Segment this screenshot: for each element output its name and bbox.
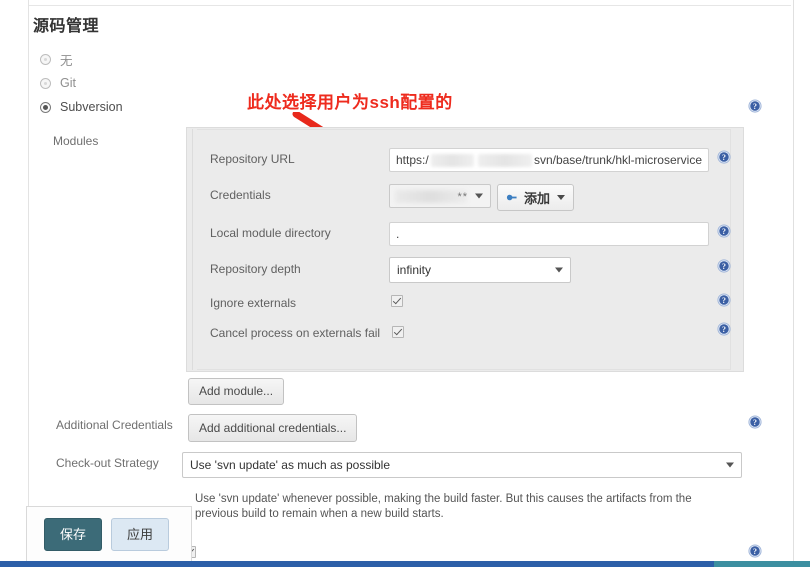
help-icon-additional-credentials[interactable]: ? (748, 415, 762, 429)
scm-option-subversion[interactable]: Subversion (40, 98, 123, 116)
bottom-status-bar-accent (714, 561, 810, 567)
action-bar: 保存 应用 (26, 506, 192, 561)
chevron-down-icon-checkout-strategy[interactable] (726, 462, 734, 468)
scm-option-git[interactable]: Git (40, 74, 76, 92)
label-credentials: Credentials (210, 188, 271, 202)
repository-url-input[interactable]: https:/ svn/base/trunk/hkl-microservice (389, 148, 709, 172)
help-icon-local-module-directory[interactable]: ? (717, 224, 731, 238)
ignore-externals-checkbox[interactable] (391, 295, 403, 307)
svg-text:?: ? (722, 262, 726, 271)
label-cancel-process-externals: Cancel process on externals fail (210, 326, 381, 340)
label-checkout-strategy: Check-out Strategy (56, 456, 159, 470)
svg-text:?: ? (753, 102, 757, 111)
svg-text:?: ? (722, 296, 726, 305)
radio-icon-subversion[interactable] (40, 101, 51, 113)
repository-depth-value: infinity (397, 263, 432, 277)
add-module-button[interactable]: Add module... (188, 378, 285, 405)
add-credentials-button[interactable]: 添加 (497, 184, 575, 211)
help-icon-cancel-process-externals[interactable]: ? (717, 322, 731, 336)
repository-url-prefix: https:/ (396, 153, 429, 167)
scm-option-none-label: 无 (60, 53, 73, 68)
add-additional-credentials-button[interactable]: Add additional credentials... (188, 414, 358, 442)
label-modules: Modules (53, 134, 99, 148)
cancel-process-externals-checkbox[interactable] (392, 326, 404, 338)
scm-option-subversion-label: Subversion (60, 100, 123, 114)
help-icon-scm[interactable]: ? (748, 99, 762, 113)
repository-url-suffix: svn/base/trunk/hkl-microservice (533, 153, 702, 167)
svg-text:?: ? (722, 227, 726, 236)
chevron-down-icon-add-credentials[interactable] (557, 195, 566, 200)
top-divider (29, 5, 791, 6)
page-left-border (28, 0, 29, 561)
blue-arrow-icon (506, 194, 517, 201)
label-ignore-externals: Ignore externals (210, 296, 297, 310)
label-additional-credentials: Additional Credentials (56, 418, 173, 432)
label-repository-url: Repository URL (210, 152, 295, 166)
svg-text:?: ? (753, 547, 757, 556)
help-icon-ignore-externals[interactable]: ? (717, 293, 731, 307)
credentials-select[interactable]: ** (389, 184, 491, 208)
svg-text:?: ? (722, 325, 726, 334)
chevron-down-icon-repository-depth[interactable] (555, 267, 563, 273)
modules-panel-divider (192, 129, 193, 370)
label-repository-depth: Repository depth (210, 262, 301, 276)
bottom-status-bar (0, 561, 810, 567)
apply-button[interactable]: 应用 (111, 518, 169, 551)
checkout-strategy-value: Use 'svn update' as much as possible (190, 458, 391, 472)
radio-icon-git[interactable] (40, 77, 51, 89)
repository-depth-select[interactable]: infinity (389, 257, 571, 283)
help-icon-bottom-option[interactable]: ? (748, 544, 762, 558)
scm-option-none[interactable]: 无 (40, 50, 73, 68)
local-module-directory-input[interactable]: . (389, 222, 709, 246)
checkout-strategy-description: Use 'svn update' whenever possible, maki… (195, 493, 692, 520)
svg-text:?: ? (722, 153, 726, 162)
page-title: 源码管理 (33, 18, 100, 35)
chevron-down-icon-credentials[interactable] (475, 193, 483, 199)
help-icon-repository-depth[interactable]: ? (717, 259, 731, 273)
svg-text:?: ? (753, 418, 757, 427)
credentials-masked-text: ** (457, 191, 468, 203)
save-button[interactable]: 保存 (44, 518, 102, 551)
scm-configuration-page: 源码管理 无 Git Subversion 此处选择用户为ssh配置的 ? Mo… (0, 0, 810, 567)
help-icon-repository-url[interactable]: ? (717, 150, 731, 164)
annotation-note: 此处选择用户为ssh配置的 (247, 93, 453, 112)
scm-option-git-label: Git (60, 76, 76, 90)
add-credentials-label: 添加 (524, 191, 551, 206)
checkout-strategy-select[interactable]: Use 'svn update' as much as possible (182, 452, 742, 478)
radio-icon-none[interactable] (40, 53, 51, 65)
label-local-module-directory: Local module directory (210, 226, 331, 240)
redacted-credential-value (395, 190, 467, 203)
page-right-border (793, 0, 794, 561)
redacted-host-part-2 (477, 153, 532, 167)
redacted-host-part-1 (430, 153, 474, 167)
